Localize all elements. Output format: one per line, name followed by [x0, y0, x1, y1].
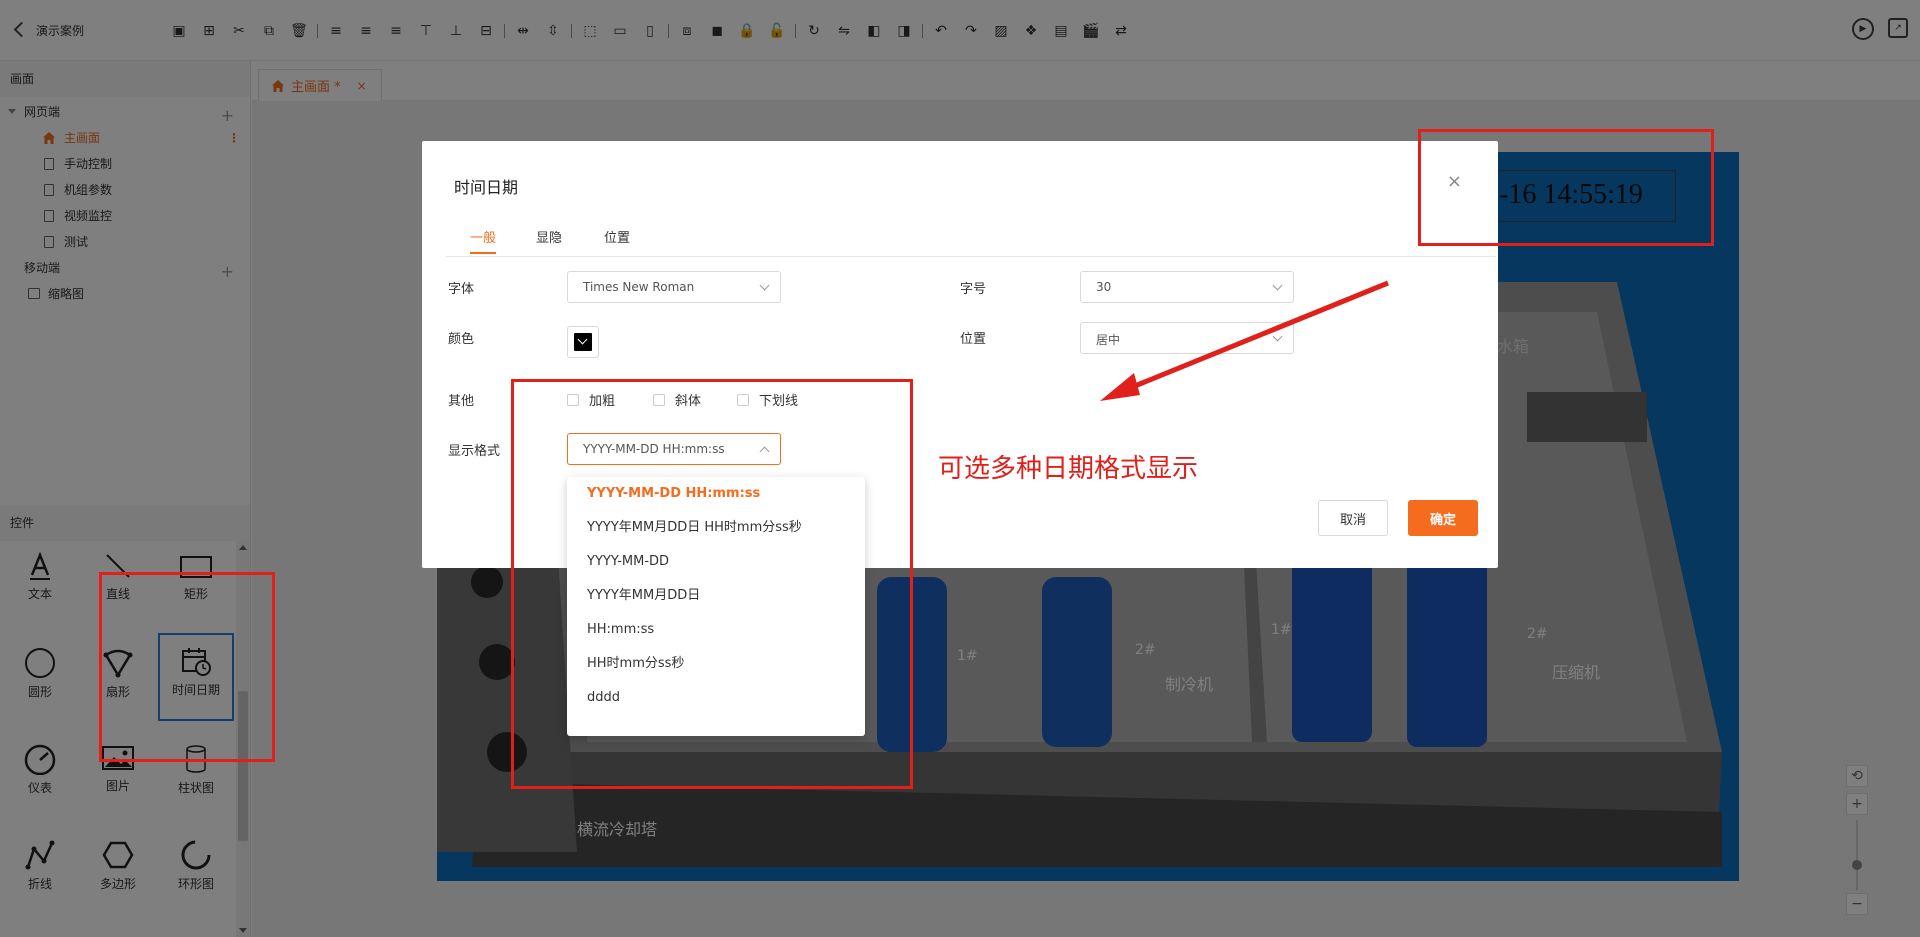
dialog-tabs: 一般 显隐 位置 — [446, 227, 1496, 257]
color-swatch — [574, 333, 592, 351]
display-format-label: 显示格式 — [448, 444, 501, 459]
alignment-select-value: 居中 — [1096, 333, 1121, 347]
chevron-down-icon — [759, 280, 770, 291]
chevron-down-icon — [1272, 280, 1283, 291]
annotation-box-datetime-control — [99, 572, 275, 762]
font-label: 字体 — [448, 282, 475, 297]
font-select-value: Times New Roman — [583, 280, 695, 294]
font-size-label: 字号 — [960, 282, 987, 297]
font-select[interactable]: Times New Roman — [567, 271, 781, 303]
tab-position[interactable]: 位置 — [604, 227, 630, 252]
color-picker[interactable] — [567, 326, 599, 358]
other-label: 其他 — [448, 394, 475, 409]
font-size-select-value: 30 — [1096, 280, 1112, 294]
tab-visibility[interactable]: 显隐 — [536, 227, 562, 252]
annotation-text: 可选多种日期格式显示 — [938, 454, 1199, 484]
alignment-select[interactable]: 居中 — [1080, 322, 1294, 354]
tab-general[interactable]: 一般 — [470, 227, 497, 254]
alignment-label: 位置 — [960, 332, 987, 347]
confirm-button[interactable]: 确定 — [1408, 500, 1478, 536]
color-label: 颜色 — [448, 332, 475, 347]
chevron-down-icon — [1272, 331, 1283, 342]
annotation-box-widget — [1418, 129, 1714, 246]
dialog-title: 时间日期 — [454, 178, 519, 197]
annotation-box-format — [511, 379, 913, 789]
cancel-button[interactable]: 取消 — [1318, 500, 1388, 536]
font-size-select[interactable]: 30 — [1080, 271, 1294, 303]
